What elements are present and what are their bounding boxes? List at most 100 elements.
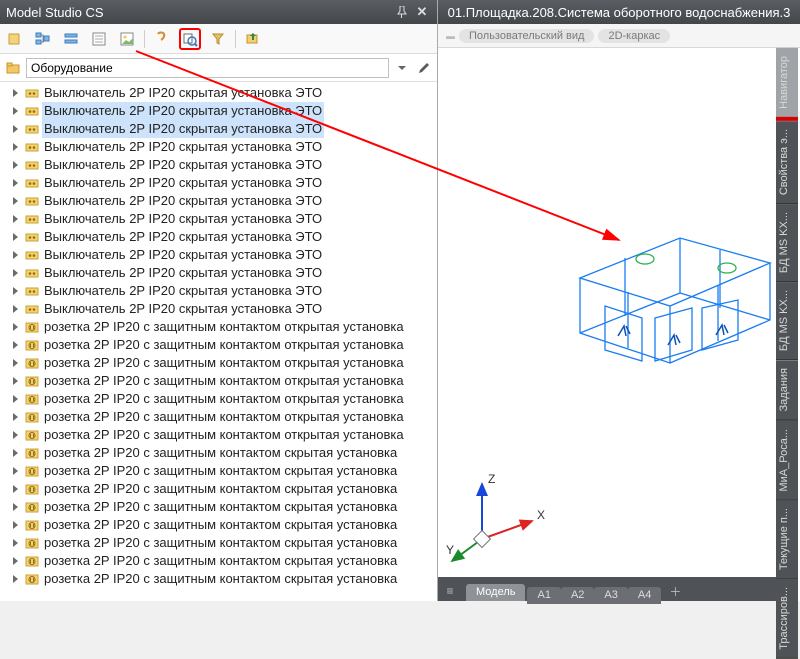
- picture-view-button[interactable]: [116, 28, 138, 50]
- tab-layout[interactable]: A3: [594, 587, 627, 604]
- show-in-view-button[interactable]: [179, 28, 201, 50]
- tree-item-label: Выключатель 2P IP20 скрытая установка ЭТ…: [42, 300, 324, 318]
- tree-item[interactable]: розетка 2P IP20 с защитным контактом отк…: [0, 354, 437, 372]
- minus-icon[interactable]: ▬: [446, 31, 455, 41]
- expand-icon[interactable]: [12, 304, 22, 314]
- tree-item[interactable]: розетка 2P IP20 с защитным контактом отк…: [0, 372, 437, 390]
- tree-item[interactable]: Выключатель 2P IP20 скрытая установка ЭТ…: [0, 156, 437, 174]
- side-tab[interactable]: Задания: [776, 360, 798, 420]
- expand-icon[interactable]: [12, 340, 22, 350]
- filter-button[interactable]: [207, 28, 229, 50]
- expand-icon[interactable]: [12, 556, 22, 566]
- view-toolbar: ▬ Пользовательский вид 2D-каркас: [438, 24, 800, 48]
- side-tab[interactable]: Свойства э...: [776, 121, 798, 204]
- expand-icon[interactable]: [12, 520, 22, 530]
- tree-item[interactable]: розетка 2P IP20 с защитным контактом скр…: [0, 498, 437, 516]
- find-button[interactable]: [151, 28, 173, 50]
- expand-icon[interactable]: [12, 538, 22, 548]
- tree-item[interactable]: Выключатель 2P IP20 скрытая установка ЭТ…: [0, 282, 437, 300]
- equipment-icon: [24, 445, 40, 461]
- tree-item[interactable]: розетка 2P IP20 с защитным контактом скр…: [0, 552, 437, 570]
- tree-item[interactable]: розетка 2P IP20 с защитным контактом отк…: [0, 318, 437, 336]
- expand-icon[interactable]: [12, 268, 22, 278]
- equipment-tree[interactable]: Выключатель 2P IP20 скрытая установка ЭТ…: [0, 82, 437, 601]
- tree-item[interactable]: Выключатель 2P IP20 скрытая установка ЭТ…: [0, 192, 437, 210]
- expand-icon[interactable]: [12, 358, 22, 368]
- expand-icon[interactable]: [12, 196, 22, 206]
- tree-item[interactable]: Выключатель 2P IP20 скрытая установка ЭТ…: [0, 174, 437, 192]
- expand-icon[interactable]: [12, 394, 22, 404]
- expand-icon[interactable]: [12, 106, 22, 116]
- tree-view-button[interactable]: [32, 28, 54, 50]
- tree-item[interactable]: Выключатель 2P IP20 скрытая установка ЭТ…: [0, 210, 437, 228]
- layouts-menu-icon[interactable]: ≡: [442, 583, 458, 599]
- panel-header[interactable]: Model Studio CS ✕: [0, 0, 437, 24]
- expand-icon[interactable]: [12, 124, 22, 134]
- tree-item[interactable]: розетка 2P IP20 с защитным контактом скр…: [0, 444, 437, 462]
- side-tab[interactable]: МиА_Роса...: [776, 421, 798, 501]
- expand-icon[interactable]: [12, 502, 22, 512]
- tab-layout[interactable]: A1: [527, 587, 560, 604]
- refresh-button[interactable]: [4, 28, 26, 50]
- equipment-icon: [24, 499, 40, 515]
- tree-item[interactable]: розетка 2P IP20 с защитным контактом отк…: [0, 336, 437, 354]
- tree-item[interactable]: Выключатель 2P IP20 скрытая установка ЭТ…: [0, 300, 437, 318]
- tree-item[interactable]: Выключатель 2P IP20 скрытая установка ЭТ…: [0, 84, 437, 102]
- expand-icon[interactable]: [12, 142, 22, 152]
- expand-icon[interactable]: [12, 466, 22, 476]
- tab-layout[interactable]: A4: [628, 587, 661, 604]
- close-icon[interactable]: ✕: [413, 4, 431, 20]
- tree-item[interactable]: Выключатель 2P IP20 скрытая установка ЭТ…: [0, 264, 437, 282]
- expand-icon[interactable]: [12, 484, 22, 494]
- expand-icon[interactable]: [12, 322, 22, 332]
- list-view-button[interactable]: [60, 28, 82, 50]
- tree-item-label: Выключатель 2P IP20 скрытая установка ЭТ…: [42, 210, 324, 228]
- expand-icon[interactable]: [12, 214, 22, 224]
- expand-icon[interactable]: [12, 412, 22, 422]
- expand-icon[interactable]: [12, 250, 22, 260]
- side-tab[interactable]: БД MS KX...: [776, 204, 798, 282]
- dropdown-icon[interactable]: [393, 59, 411, 77]
- expand-icon[interactable]: [12, 448, 22, 458]
- tree-item-label: розетка 2P IP20 с защитным контактом скр…: [42, 516, 399, 534]
- side-tab[interactable]: БД MS KX...: [776, 282, 798, 360]
- tree-item[interactable]: Выключатель 2P IP20 скрытая установка ЭТ…: [0, 138, 437, 156]
- side-tab[interactable]: Трассиров...: [776, 579, 798, 659]
- expand-icon[interactable]: [12, 430, 22, 440]
- tab-layout[interactable]: A2: [561, 587, 594, 604]
- tree-item[interactable]: Выключатель 2P IP20 скрытая установка ЭТ…: [0, 120, 437, 138]
- visual-style-pill[interactable]: 2D-каркас: [598, 29, 670, 43]
- pin-icon[interactable]: [393, 4, 411, 20]
- tree-item[interactable]: розетка 2P IP20 с защитным контактом отк…: [0, 390, 437, 408]
- tree-item[interactable]: розетка 2P IP20 с защитным контактом скр…: [0, 462, 437, 480]
- export-button[interactable]: [242, 28, 264, 50]
- expand-icon[interactable]: [12, 160, 22, 170]
- tree-item[interactable]: розетка 2P IP20 с защитным контактом отк…: [0, 408, 437, 426]
- tree-item[interactable]: Выключатель 2P IP20 скрытая установка ЭТ…: [0, 102, 437, 120]
- expand-icon[interactable]: [12, 178, 22, 188]
- expand-icon[interactable]: [12, 286, 22, 296]
- edit-filter-icon[interactable]: [415, 59, 433, 77]
- tree-item[interactable]: розетка 2P IP20 с защитным контактом скр…: [0, 534, 437, 552]
- form-view-button[interactable]: [88, 28, 110, 50]
- tree-item[interactable]: розетка 2P IP20 с защитным контактом скр…: [0, 516, 437, 534]
- tree-item-label: Выключатель 2P IP20 скрытая установка ЭТ…: [42, 120, 324, 138]
- expand-icon[interactable]: [12, 376, 22, 386]
- expand-icon[interactable]: [12, 574, 22, 584]
- side-tab[interactable]: Навигатор: [776, 48, 798, 121]
- viewport-canvas[interactable]: X Y Z НавигаторСвойства э...БД MS KX...Б…: [438, 48, 800, 577]
- tree-item[interactable]: розетка 2P IP20 с защитным контактом отк…: [0, 426, 437, 444]
- add-layout-button[interactable]: ＋: [667, 583, 683, 599]
- view-style-pill[interactable]: Пользовательский вид: [459, 29, 594, 43]
- side-tab[interactable]: Текущие п...: [776, 500, 798, 579]
- tree-item-label: Выключатель 2P IP20 скрытая установка ЭТ…: [42, 102, 324, 120]
- tree-item[interactable]: Выключатель 2P IP20 скрытая установка ЭТ…: [0, 228, 437, 246]
- filter-input[interactable]: [26, 58, 389, 78]
- expand-icon[interactable]: [12, 88, 22, 98]
- tab-model[interactable]: Модель: [466, 584, 525, 601]
- panel-title: Model Studio CS: [6, 5, 391, 20]
- tree-item[interactable]: розетка 2P IP20 с защитным контактом скр…: [0, 480, 437, 498]
- tree-item[interactable]: Выключатель 2P IP20 скрытая установка ЭТ…: [0, 246, 437, 264]
- expand-icon[interactable]: [12, 232, 22, 242]
- tree-item[interactable]: розетка 2P IP20 с защитным контактом скр…: [0, 570, 437, 588]
